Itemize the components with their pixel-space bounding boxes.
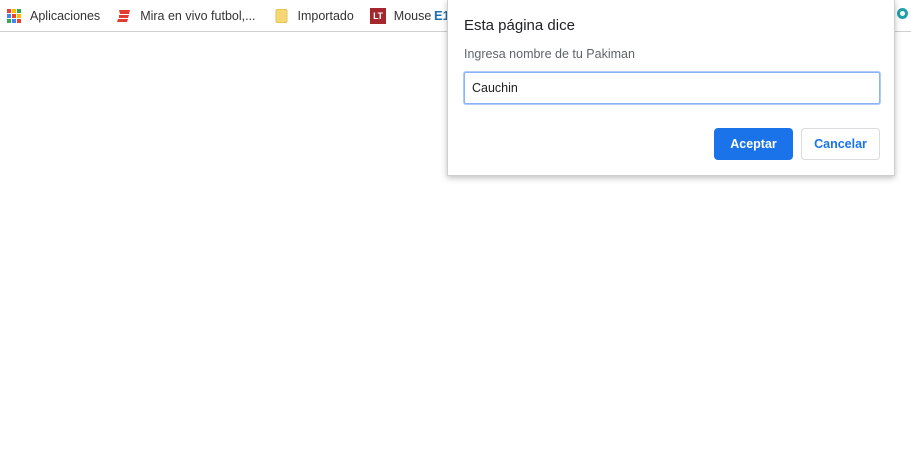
bookmark-mira-en-vivo[interactable]: Mira en vivo futbol,...: [112, 3, 261, 29]
bookmark-mouse[interactable]: LT Mouse: [366, 3, 438, 29]
football-site-icon: [116, 8, 132, 24]
folder-icon: [274, 8, 290, 24]
bookmark-importado[interactable]: Importado: [270, 3, 360, 29]
bookmark-label: Importado: [297, 8, 354, 23]
apps-grid-icon: [6, 8, 22, 24]
dialog-message: Ingresa nombre de tu Pakiman: [464, 47, 635, 61]
cancel-button[interactable]: Cancelar: [801, 128, 880, 160]
bookmark-aplicaciones[interactable]: Aplicaciones: [2, 3, 106, 29]
browser-page: Aplicaciones Mira en vivo futbol,... Imp…: [0, 0, 911, 474]
prompt-dialog: Esta página dice Ingresa nombre de tu Pa…: [447, 0, 895, 176]
prompt-input[interactable]: [464, 72, 880, 104]
bookmark-label: Aplicaciones: [30, 8, 101, 23]
accept-button[interactable]: Aceptar: [714, 128, 793, 160]
lt-icon: LT: [369, 7, 386, 24]
bookmark-label: Mouse: [393, 8, 432, 23]
extension-icon[interactable]: [897, 8, 908, 19]
bookmark-label: Mira en vivo futbol,...: [140, 8, 256, 23]
dialog-title: Esta página dice: [464, 17, 575, 34]
